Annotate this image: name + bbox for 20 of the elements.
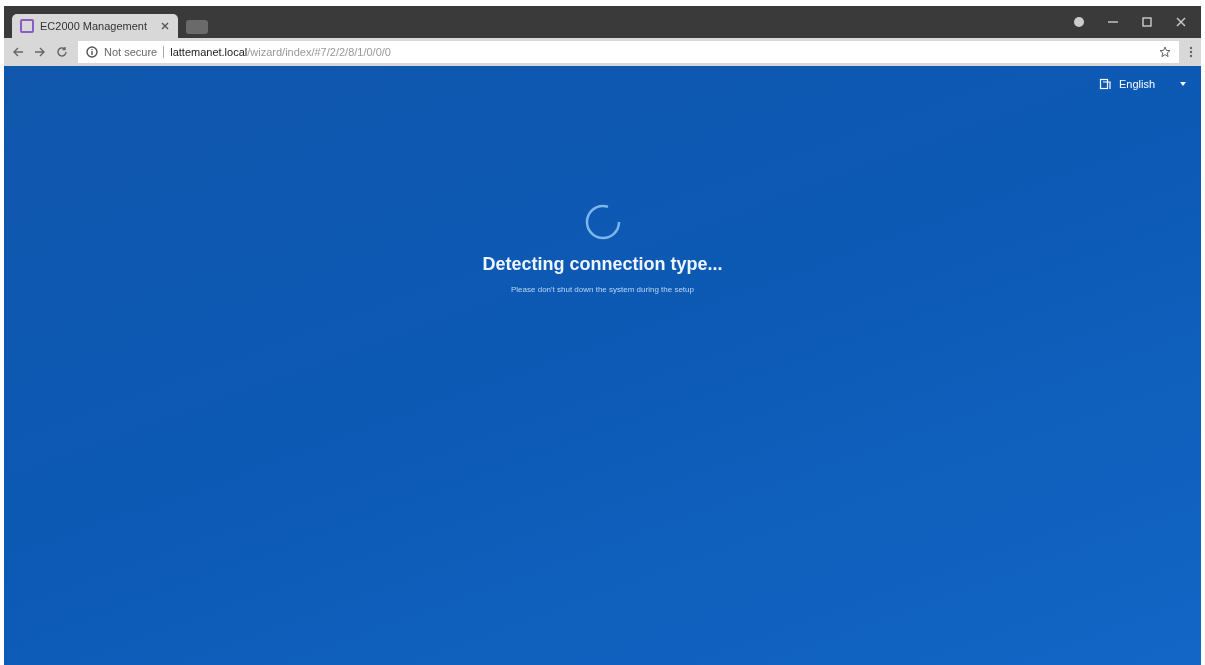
document-icon xyxy=(1098,78,1111,90)
browser-tab[interactable]: EC2000 Management xyxy=(12,14,178,38)
maximize-icon[interactable] xyxy=(1141,16,1153,28)
status-heading: Detecting connection type... xyxy=(482,254,723,275)
favicon-icon xyxy=(20,19,34,33)
forward-arrow-icon[interactable] xyxy=(34,46,46,58)
language-selector[interactable]: English xyxy=(1098,78,1187,90)
back-arrow-icon[interactable] xyxy=(12,46,24,58)
status-message: Please don't shut down the system during the setup xyxy=(511,285,694,294)
close-icon[interactable] xyxy=(160,21,170,31)
caret-icon xyxy=(1179,80,1187,88)
address-bar[interactable]: Not secure lattemanet.local/wizard/index/#7/2/2/8/1/0/0/0 xyxy=(78,41,1179,63)
star-icon[interactable] xyxy=(1159,46,1171,58)
url-text: lattemanet.local/wizard/index/#7/2/2/8/1/0/0/0 xyxy=(170,46,392,58)
security-label: Not secure xyxy=(104,46,165,58)
account-icon[interactable] xyxy=(1073,16,1085,28)
tab-title: EC2000 Management xyxy=(40,20,148,32)
reload-icon[interactable] xyxy=(56,46,68,58)
info-icon xyxy=(86,46,98,58)
menu-icon[interactable] xyxy=(1189,46,1193,58)
